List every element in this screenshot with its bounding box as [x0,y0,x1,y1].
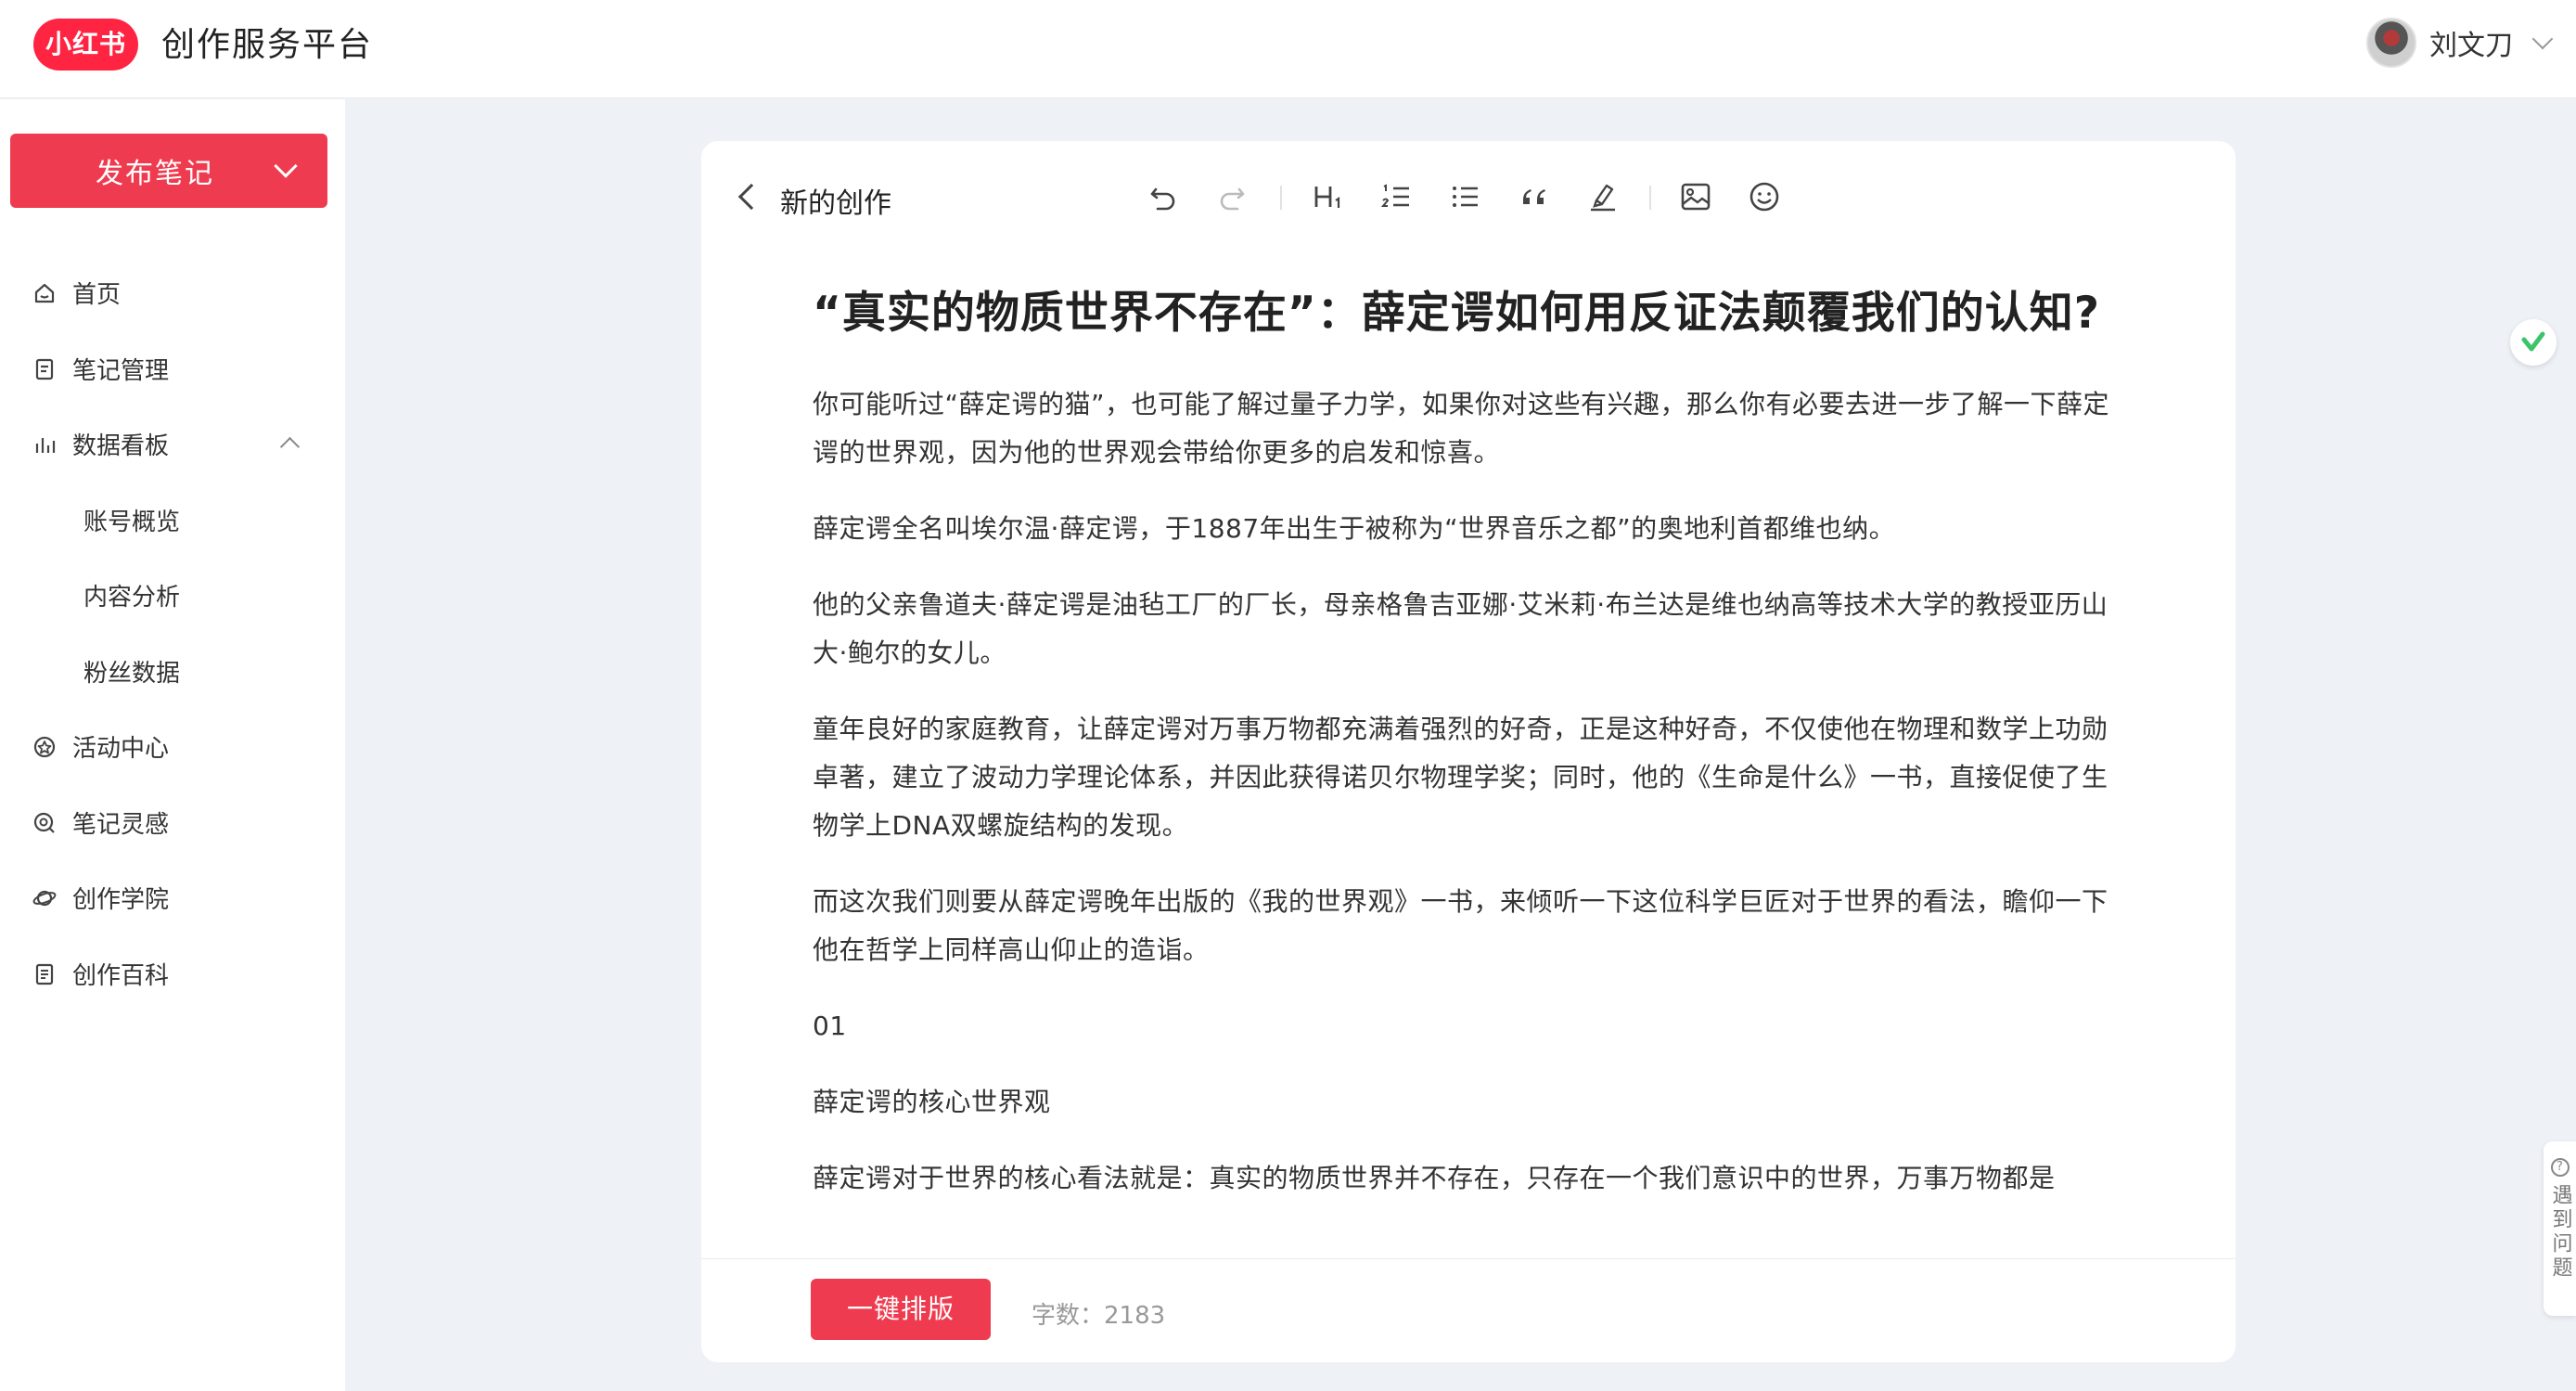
help-tab[interactable]: ? 遇到问题 [2544,1141,2576,1316]
inspiration-icon [32,810,58,836]
platform-title: 创作服务平台 [161,26,374,64]
paragraph[interactable]: 你可能听过“薛定谔的猫”，也可能了解过量子力学，如果你对这些有兴趣，那么你有必要… [813,380,2130,477]
sidebar-item-home[interactable]: 首页 [0,255,345,331]
sidebar-item-content-analysis[interactable]: 内容分析 [0,558,345,634]
paragraph[interactable]: 薛定谔对于世界的核心看法就是：真实的物质世界并不存在，只存在一个我们意识中的世界… [813,1154,2130,1203]
note-icon [32,356,58,382]
section-heading[interactable]: 薛定谔的核心世界观 [813,1078,2130,1127]
sidebar-item-label: 数据看板 [72,432,170,461]
sidebar-item-label: 笔记管理 [72,356,170,385]
chevron-down-icon[interactable] [2531,28,2554,50]
chevron-up-icon[interactable] [279,436,301,457]
sidebar-item-account-overview[interactable]: 账号概览 [0,483,345,559]
publish-note-label: 发布笔记 [96,158,214,190]
undo-icon[interactable] [1145,178,1182,215]
sidebar-item-label: 内容分析 [83,584,181,612]
back-arrow-icon[interactable] [737,183,765,211]
heading-icon[interactable] [1310,178,1347,215]
quote-icon[interactable] [1516,178,1553,215]
one-click-format-button[interactable]: 一键排版 [811,1279,991,1340]
sidebar-item-activity-center[interactable]: 活动中心 [0,709,345,785]
emoji-icon[interactable] [1746,178,1783,215]
paragraph[interactable]: 薛定谔全名叫埃尔温·薛定谔，于1887年出生于被称为“世界音乐之都”的奥地利首都… [813,505,2130,553]
sidebar-nav: 首页 笔记管理 数据看板 账号概览 内容分析 粉丝数据 活动中心 笔记灵感 创作… [0,255,345,1011]
sidebar-item-label: 笔记灵感 [72,810,170,839]
publish-note-button[interactable]: 发布笔记 [10,134,327,208]
activity-icon [32,734,58,760]
xiaohongshu-logo[interactable]: 小红书 [33,19,138,71]
editor-footer: 一键排版 字数：2183 [701,1258,2236,1362]
document-label: 新的创作 [780,187,891,220]
help-icon: ? [2550,1158,2570,1177]
sidebar-item-label: 粉丝数据 [83,659,181,688]
image-icon[interactable] [1677,178,1714,215]
sidebar-item-label: 账号概览 [83,508,181,536]
sidebar-item-label: 创作学院 [72,886,170,915]
sidebar-item-note-management[interactable]: 笔记管理 [0,331,345,407]
sidebar-item-data-dashboard[interactable]: 数据看板 [0,406,345,483]
user-menu[interactable]: 刘文刀 [2366,17,2554,69]
paragraph[interactable]: 童年良好的家庭教育，让薛定谔对万事万物都充满着强烈的好奇，正是这种好奇，不仅使他… [813,705,2130,850]
toolbar-divider [1649,186,1651,210]
editor-toolbar: 新的创作 [701,141,2236,252]
sidebar-item-label: 创作百科 [72,961,170,990]
sidebar-item-label: 首页 [72,281,122,310]
sidebar-item-fans-data[interactable]: 粉丝数据 [0,634,345,710]
top-bar: 小红书 创作服务平台 刘文刀 [0,0,2576,98]
word-count: 字数：2183 [1032,1302,1166,1330]
book-icon [32,961,58,987]
sidebar-item-creator-academy[interactable]: 创作学院 [0,860,345,936]
bar-chart-icon [32,431,58,457]
sidebar: 发布笔记 首页 笔记管理 数据看板 账号概览 内容分析 粉丝数据 活动中心 笔记… [0,99,345,1391]
home-icon [32,280,58,306]
paragraph[interactable]: 他的父亲鲁道夫·薛定谔是油毡工厂的厂长，母亲格鲁吉亚娜·艾米莉·布兰达是维也纳高… [813,581,2130,677]
section-number[interactable]: 01 [813,1002,2130,1050]
avatar[interactable] [2366,18,2416,68]
bullet-list-icon[interactable] [1447,178,1484,215]
check-icon[interactable] [2510,319,2557,366]
ordered-list-icon[interactable] [1378,178,1416,215]
sidebar-item-note-inspiration[interactable]: 笔记灵感 [0,785,345,861]
sidebar-item-label: 活动中心 [72,735,170,764]
editor-content[interactable]: “真实的物质世界不存在”：薛定谔如何用反证法颠覆我们的认知? 你可能听过“薛定谔… [813,280,2130,1362]
highlight-icon[interactable] [1584,178,1621,215]
article-title[interactable]: “真实的物质世界不存在”：薛定谔如何用反证法颠覆我们的认知? [813,280,2130,347]
toolbar-divider [1280,186,1282,210]
help-text: 遇到问题 [2548,1184,2572,1281]
sidebar-item-creator-wiki[interactable]: 创作百科 [0,936,345,1012]
paragraph[interactable]: 而这次我们则要从薛定谔晚年出版的《我的世界观》一书，来倾听一下这位科学巨匠对于世… [813,878,2130,974]
editor-card: 新的创作 “真实的物质世界不存在”：薛定谔如何用反证法颠覆我们的认知? 你可能听… [701,141,2236,1362]
planet-icon [32,885,58,911]
chevron-down-icon[interactable] [274,154,298,178]
redo-icon[interactable] [1213,178,1250,215]
user-name[interactable]: 刘文刀 [2429,22,2513,63]
